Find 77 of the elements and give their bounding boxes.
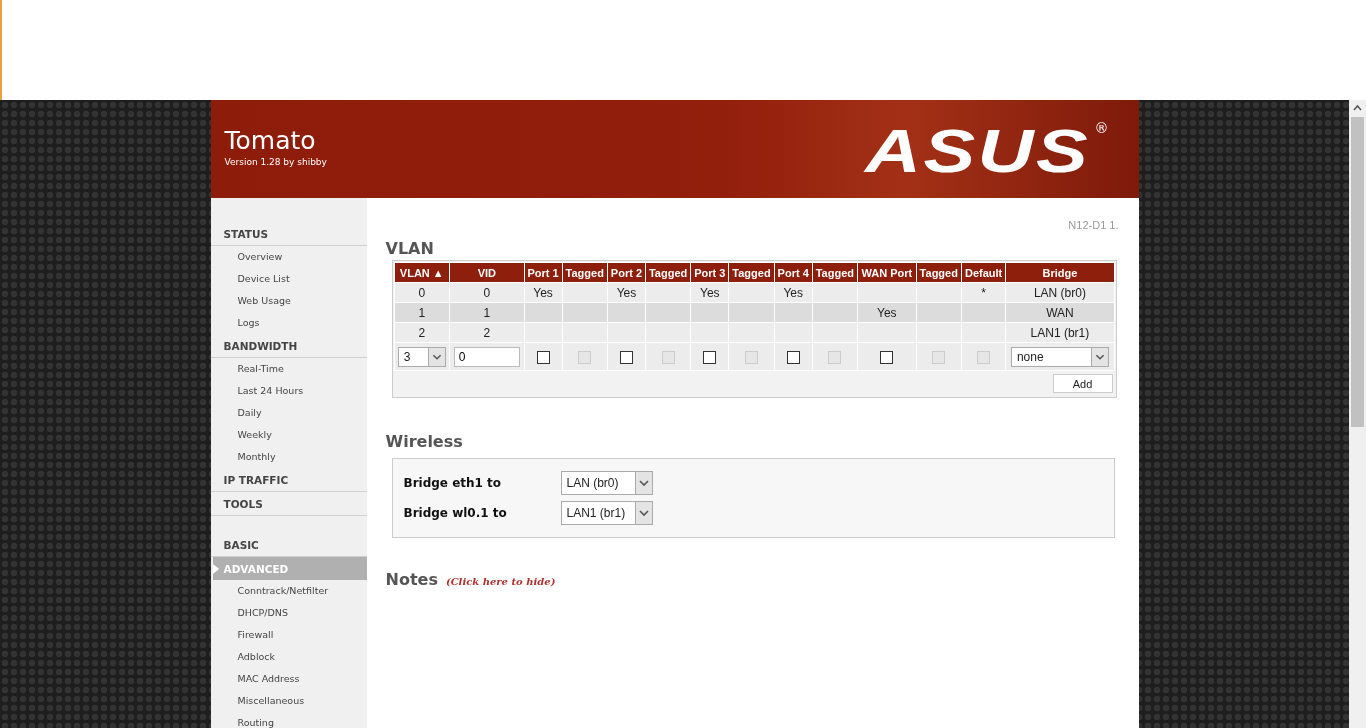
table-cell: Yes (783, 285, 803, 300)
caret-icon (427, 347, 445, 366)
registered-mark: ® (1094, 120, 1109, 136)
sidebar-item[interactable]: Routing (210, 712, 367, 728)
version-text: Version 1.28 by shibby (224, 156, 327, 168)
table-cell: Yes (877, 305, 897, 320)
caret-icon (1090, 347, 1108, 366)
column-header[interactable]: VLAN ▲ (394, 262, 450, 283)
sidebar-item[interactable]: Adblock (210, 646, 367, 668)
sidebar-item[interactable]: Firewall (210, 624, 367, 646)
hide-link[interactable]: (Click here to hide) (445, 576, 556, 587)
column-header[interactable]: Bridge (1005, 262, 1114, 283)
section-title: Wireless (385, 432, 464, 451)
checkbox[interactable] (536, 350, 550, 364)
add-button[interactable]: Add (1052, 374, 1113, 393)
field-label: Bridge wl0.1 to (403, 506, 508, 520)
table-cell: * (981, 285, 986, 300)
column-header[interactable]: Tagged (645, 262, 691, 283)
sidebar-item[interactable]: Last 24 Hours (210, 380, 367, 402)
field-label: Bridge eth1 to (403, 476, 503, 490)
checkbox[interactable] (619, 350, 633, 364)
column-header[interactable]: VID (449, 262, 525, 283)
table-cell: WAN (1046, 305, 1074, 320)
caret-icon (634, 472, 652, 494)
app-title: Tomato (224, 126, 317, 156)
table-cell: 2 (418, 325, 426, 340)
bridge-select[interactable]: LAN1 (br1) (560, 501, 653, 525)
table-cell: Yes (533, 285, 553, 300)
table-cell: 1 (418, 305, 426, 320)
column-header[interactable]: Tagged (812, 262, 858, 283)
table-cell: LAN1 (br1) (1030, 325, 1090, 340)
section-title: VLAN (385, 239, 435, 258)
table-cell: Yes (700, 285, 720, 300)
sidebar-section[interactable]: STATUS (210, 222, 367, 246)
column-header[interactable]: WAN Port (857, 262, 917, 283)
sidebar-item[interactable]: Overview (210, 246, 367, 268)
sidebar-item[interactable]: Monthly (210, 446, 367, 468)
caret-icon (634, 502, 652, 524)
section-title: Notes (385, 570, 438, 589)
column-header[interactable]: Default (961, 262, 1006, 283)
logo-text: ASUS (865, 120, 1091, 182)
column-header[interactable]: Port 3 (690, 262, 729, 283)
pointer-icon (212, 564, 219, 574)
column-header[interactable]: Tagged (916, 262, 962, 283)
checkbox[interactable] (786, 350, 800, 364)
table-cell: 1 (483, 305, 491, 320)
table-cell: 0 (418, 285, 426, 300)
sidebar-item[interactable]: Web Usage (210, 290, 367, 312)
sidebar-item[interactable]: Device List (210, 268, 367, 290)
model-text: N12-D1 1. (1067, 219, 1119, 231)
column-header[interactable]: Tagged (728, 262, 775, 283)
sidebar-item[interactable]: MAC Address (210, 668, 367, 690)
sidebar-item[interactable]: Logs (210, 312, 367, 334)
table-cell: 0 (483, 285, 491, 300)
scrollbar[interactable] (1349, 100, 1366, 728)
checkbox[interactable] (880, 350, 894, 364)
sidebar-item[interactable]: Real-Time (210, 358, 367, 380)
column-header[interactable]: Port 1 (524, 262, 563, 283)
table-cell: 2 (483, 325, 491, 340)
vid-field[interactable]: 0 (453, 346, 520, 367)
table-cell: LAN (br0) (1033, 285, 1086, 300)
table-cell: Yes (616, 285, 637, 300)
sidebar-item[interactable]: Weekly (210, 424, 367, 446)
sidebar-item[interactable]: DHCP/DNS (210, 602, 367, 624)
sidebar-section[interactable]: IP TRAFFIC (210, 468, 367, 492)
sidebar-section[interactable]: BANDWIDTH (210, 334, 367, 358)
bridge-select[interactable]: LAN (br0) (560, 471, 653, 495)
column-header[interactable]: Port 2 (607, 262, 646, 283)
sidebar-section[interactable]: TOOLS (210, 492, 367, 516)
sidebar-item[interactable]: Daily (210, 402, 367, 424)
column-header[interactable]: Port 4 (774, 262, 813, 283)
vlan-select[interactable]: 3 (397, 346, 446, 367)
sidebar-item[interactable]: Conntrack/Netfilter (210, 580, 367, 602)
column-header[interactable]: Tagged (562, 262, 608, 283)
checkbox[interactable] (703, 350, 717, 364)
bridge-select[interactable]: none (1010, 346, 1109, 367)
sidebar-item[interactable]: Miscellaneous (210, 690, 367, 712)
